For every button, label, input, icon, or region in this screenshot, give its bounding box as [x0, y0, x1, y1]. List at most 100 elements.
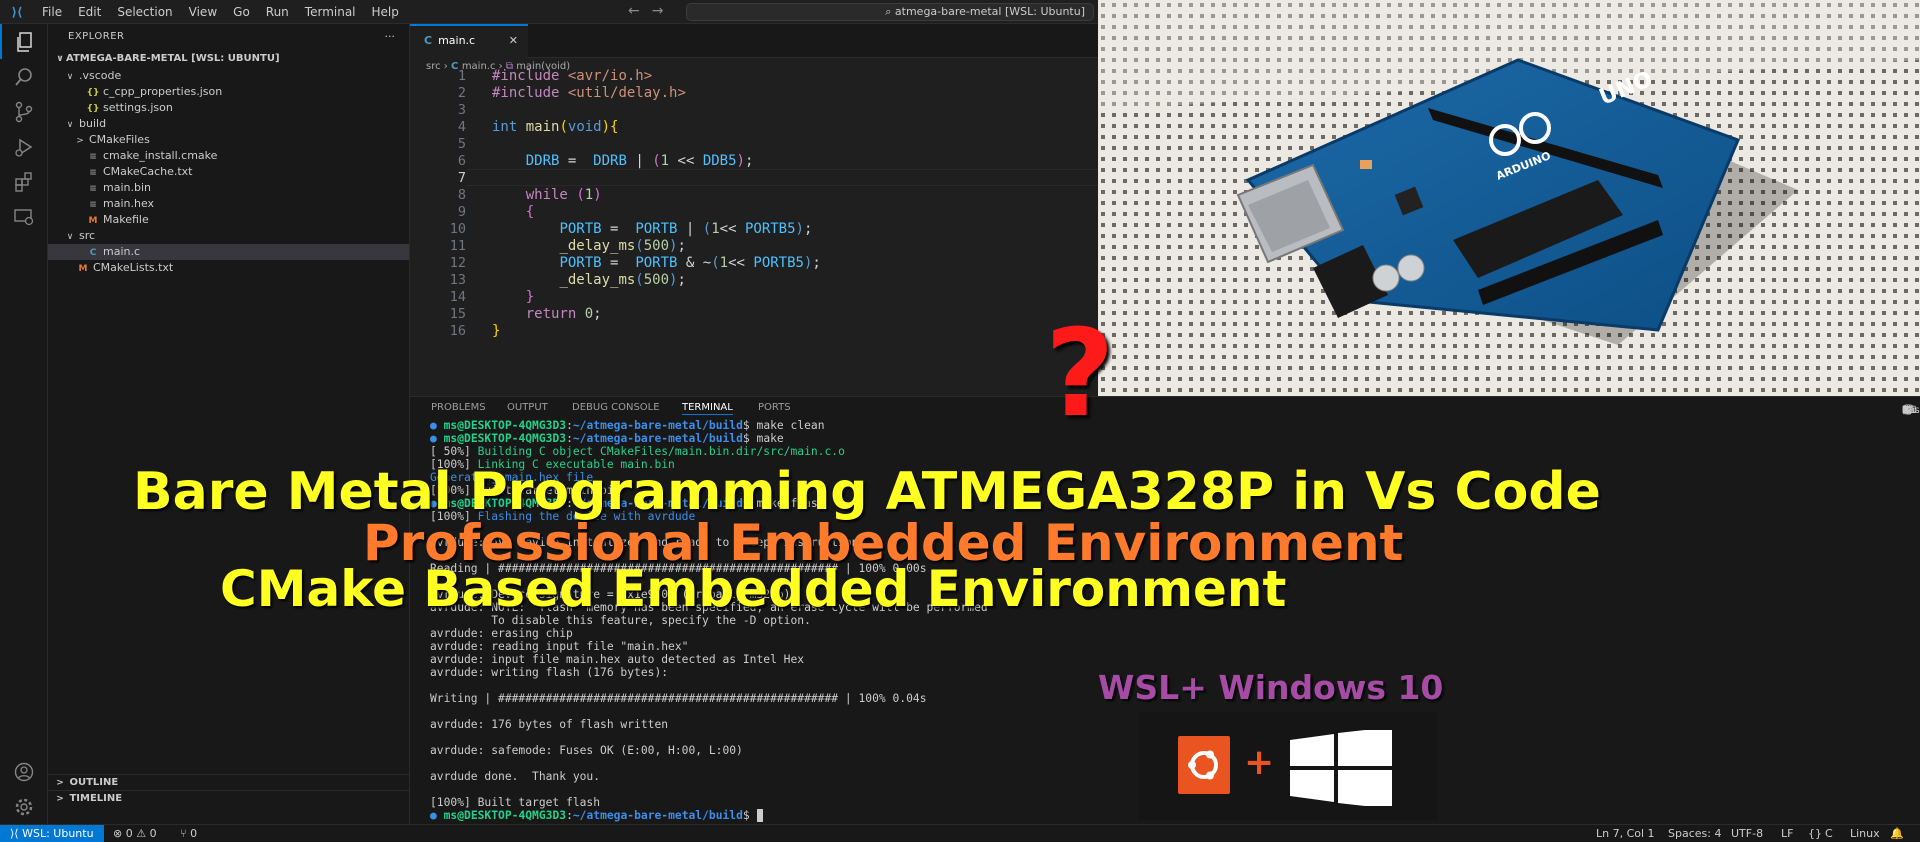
eol[interactable]: LF: [1781, 825, 1793, 842]
chevron-right-icon: >: [76, 136, 84, 146]
explorer-header: EXPLORER: [68, 31, 125, 42]
line-number: 14: [449, 289, 466, 305]
platform[interactable]: Linux: [1850, 825, 1880, 842]
ports-indicator[interactable]: ⑂ 0: [180, 825, 197, 842]
tree-item[interactable]: ≡ main.hex: [48, 196, 409, 212]
encoding[interactable]: UTF-8: [1731, 825, 1763, 842]
forward-arrow-icon[interactable]: →: [652, 3, 676, 19]
close-icon[interactable]: ✕: [509, 26, 518, 56]
tree-item[interactable]: ≡ cmake_install.cmake: [48, 148, 409, 164]
question-mark: ?: [1045, 305, 1115, 444]
settings-gear-icon[interactable]: [0, 789, 48, 824]
line-number: 10: [449, 221, 466, 237]
file-type-icon: M: [78, 264, 88, 274]
tab-label: main.c: [438, 34, 476, 47]
chevron-down-icon: ∨: [66, 232, 74, 242]
timeline-section[interactable]: > TIMELINE: [48, 790, 409, 806]
activity-bar: [0, 24, 48, 824]
line-number: 12: [449, 255, 466, 271]
arduino-uno-photo: UNO ARDUINO: [1098, 0, 1920, 396]
tab-main-c[interactable]: Cmain.c ✕: [410, 24, 528, 58]
tab-problems[interactable]: PROBLEMS: [431, 402, 486, 413]
file-type-icon: ≡: [89, 152, 97, 162]
chevron-down-icon: ∨: [56, 54, 64, 64]
indentation[interactable]: Spaces: 4: [1668, 825, 1721, 842]
line-number: 6: [457, 153, 466, 169]
back-arrow-icon[interactable]: ←: [628, 3, 652, 19]
menu-view[interactable]: View: [181, 5, 225, 19]
tree-item[interactable]: {} c_cpp_properties.json: [48, 84, 409, 100]
command-center-label: atmega-bare-metal [WSL: Ubuntu]: [894, 5, 1085, 18]
code-line: PORTB = PORTB | (1<< PORTB5);: [559, 221, 813, 237]
workspace-root[interactable]: ∨ ATMEGA-BARE-METAL [WSL: UBUNTU]: [48, 50, 409, 68]
bell-icon[interactable]: 🔔: [1890, 825, 1904, 842]
menu-run[interactable]: Run: [258, 5, 297, 19]
vscode-logo-icon: ⟩⟨: [11, 4, 23, 19]
tree-item[interactable]: Cmain.c: [48, 244, 409, 260]
remote-label: WSL: Ubuntu: [22, 827, 94, 840]
code-editor[interactable]: 1 #include <avr/io.h> 2 #include <util/d…: [410, 68, 1098, 396]
close-panel-icon[interactable]: ✕: [1902, 405, 1910, 416]
thumbnail-subtitle-2: CMake Based Embedded Environment: [220, 560, 1287, 618]
remote-indicator[interactable]: ⟩⟨ WSL: Ubuntu: [0, 825, 104, 842]
code-line: while (1): [525, 187, 602, 203]
search-icon[interactable]: [0, 59, 48, 94]
platform-logos: +: [1138, 712, 1438, 820]
line-number: 5: [457, 136, 466, 152]
tree-item[interactable]: > CMakeFiles: [48, 132, 409, 148]
tab-debug-console[interactable]: DEBUG CONSOLE: [572, 402, 660, 413]
run-debug-icon[interactable]: [0, 129, 48, 164]
breadcrumb-file[interactable]: main.c: [462, 61, 496, 72]
file-type-icon: M: [88, 216, 98, 226]
command-center-search[interactable]: ⌕ atmega-bare-metal [WSL: Ubuntu]: [686, 3, 1094, 21]
ubuntu-logo-icon: [1178, 736, 1230, 794]
line-number: 16: [449, 323, 466, 339]
code-line: }: [525, 289, 535, 305]
remote-explorer-icon[interactable]: [0, 199, 48, 234]
menu-terminal[interactable]: Terminal: [297, 5, 364, 19]
problems-indicator[interactable]: ⊗ 0 ⚠ 0: [113, 825, 157, 842]
code-line: }: [492, 323, 501, 339]
tree-item-label: cmake_install.cmake: [103, 149, 218, 162]
file-type-icon: ≡: [89, 168, 97, 178]
code-line: _delay_ms(500);: [559, 238, 686, 254]
explorer-icon[interactable]: [0, 24, 48, 59]
tab-terminal[interactable]: TERMINAL: [682, 402, 733, 415]
tree-item-label: build: [79, 117, 107, 130]
tree-item[interactable]: ∨ build: [48, 116, 409, 132]
tree-item[interactable]: ∨ src: [48, 228, 409, 244]
language-mode[interactable]: C: [1825, 825, 1833, 842]
tree-item-label: CMakeFiles: [89, 133, 150, 146]
tree-item[interactable]: ≡ CMakeCache.txt: [48, 164, 409, 180]
nav-arrows[interactable]: ←→: [628, 3, 675, 19]
tree-item[interactable]: ∨ .vscode: [48, 68, 409, 84]
outline-section[interactable]: > OUTLINE: [48, 774, 409, 790]
outline-label: OUTLINE: [69, 777, 119, 788]
menu-selection[interactable]: Selection: [109, 5, 180, 19]
account-icon[interactable]: [0, 754, 48, 789]
tree-item[interactable]: ≡ main.bin: [48, 180, 409, 196]
tree-item[interactable]: M CMakeLists.txt: [48, 260, 409, 276]
panel-tabs: PROBLEMS OUTPUT DEBUG CONSOLE TERMINAL P…: [410, 397, 1920, 417]
tree-item-label: main.hex: [103, 197, 155, 210]
timeline-label: TIMELINE: [69, 793, 123, 804]
tab-output[interactable]: OUTPUT: [507, 402, 548, 413]
menu-help[interactable]: Help: [364, 5, 407, 19]
menu-file[interactable]: File: [34, 5, 70, 19]
code-line: _delay_ms(500);: [559, 272, 686, 288]
tab-ports[interactable]: PORTS: [758, 402, 791, 413]
cursor-position[interactable]: Ln 7, Col 1: [1596, 825, 1655, 842]
tree-item[interactable]: {} settings.json: [48, 100, 409, 116]
title-bar: ⟩⟨ File Edit Selection View Go Run Termi…: [0, 0, 1098, 24]
menu-go[interactable]: Go: [225, 5, 258, 19]
tree-item[interactable]: M Makefile: [48, 212, 409, 228]
source-control-icon[interactable]: [0, 94, 48, 129]
windows-logo-icon: [1286, 727, 1396, 810]
menu-edit[interactable]: Edit: [70, 5, 109, 19]
c-file-icon: C: [424, 34, 433, 47]
more-actions-icon[interactable]: ···: [385, 30, 396, 43]
tree-item-label: CMakeCache.txt: [103, 165, 193, 178]
extensions-icon[interactable]: [0, 164, 48, 199]
chevron-right-icon: >: [56, 778, 64, 788]
file-type-icon: ≡: [89, 200, 97, 210]
